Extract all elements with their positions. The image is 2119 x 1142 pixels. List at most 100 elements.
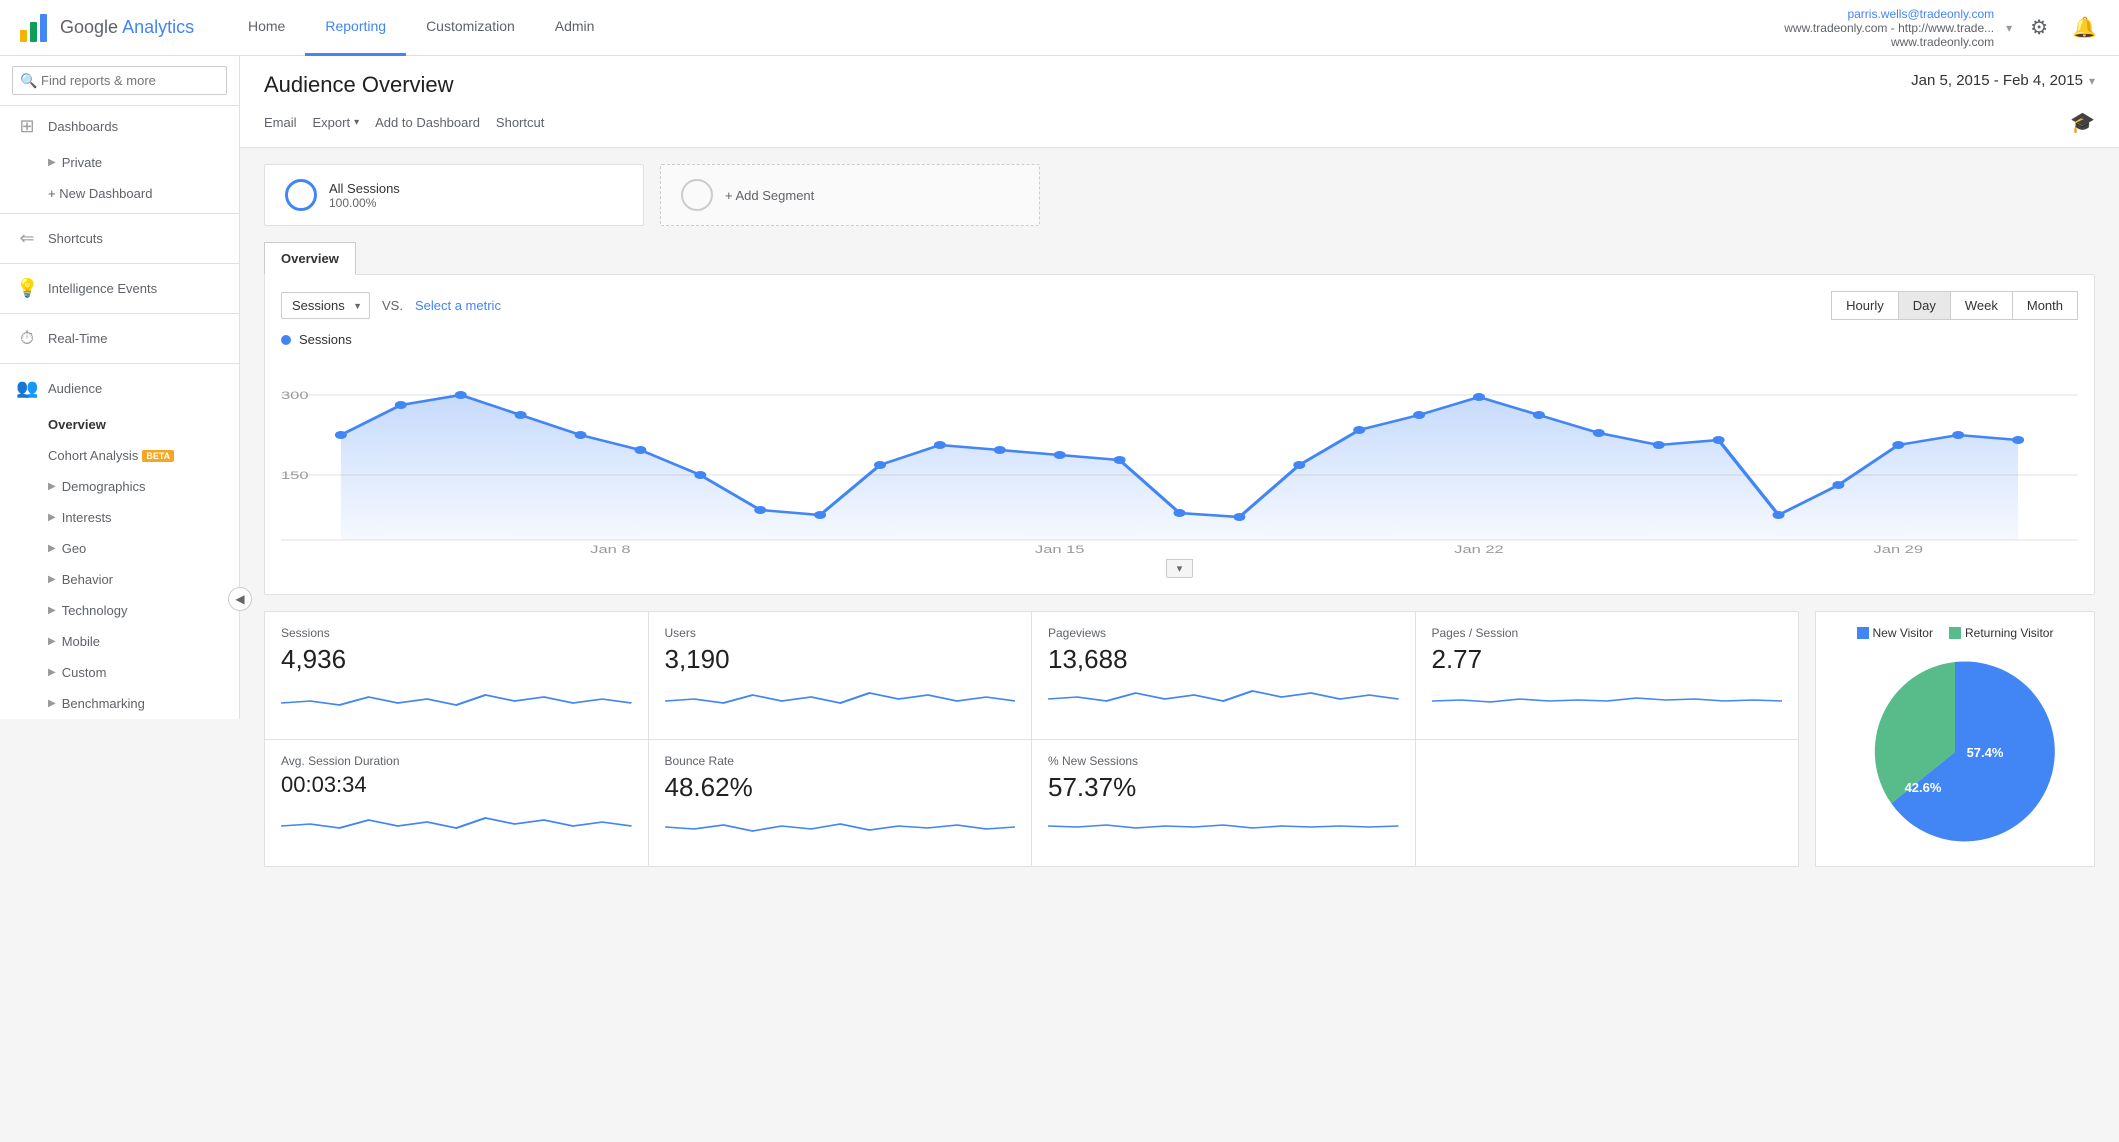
sidebar-item-dashboards[interactable]: ⊞ Dashboards bbox=[0, 106, 239, 147]
svg-text:Jan 29: Jan 29 bbox=[1874, 543, 1924, 555]
search-wrap: 🔍 bbox=[12, 66, 227, 95]
account-info[interactable]: parris.wells@tradeonly.com www.tradeonly… bbox=[1784, 7, 1994, 49]
sidebar-item-cohort[interactable]: Cohort Analysis BETA bbox=[0, 440, 239, 471]
chart-expand-btn[interactable]: ▾ bbox=[1166, 559, 1194, 578]
sidebar-item-interests[interactable]: ▶ Interests bbox=[48, 502, 239, 533]
sparkline-pageviews bbox=[1048, 683, 1399, 715]
school-icon[interactable]: 🎓 bbox=[2070, 110, 2095, 135]
sidebar-item-custom[interactable]: ▶ Custom bbox=[48, 657, 239, 688]
content-header: Audience Overview Jan 5, 2015 - Feb 4, 2… bbox=[240, 56, 2119, 148]
notifications-icon[interactable]: 🔔 bbox=[2066, 9, 2103, 46]
segment-all-sessions[interactable]: All Sessions 100.00% bbox=[264, 164, 644, 226]
overview-tab[interactable]: Overview bbox=[264, 242, 356, 275]
sidebar-divider-2 bbox=[0, 263, 239, 264]
metric-label-new-sessions: % New Sessions bbox=[1048, 754, 1399, 768]
overview-tab-row: Overview bbox=[240, 242, 2119, 274]
metric-card-sessions: Sessions 4,936 bbox=[265, 612, 648, 739]
time-buttons: Hourly Day Week Month bbox=[1832, 291, 2078, 320]
email-button[interactable]: Email bbox=[264, 115, 297, 130]
metric-select[interactable]: Sessions bbox=[281, 292, 370, 319]
top-navigation: Google Analytics Home Reporting Customiz… bbox=[0, 0, 2119, 56]
sidebar-item-private[interactable]: ▶ Private bbox=[48, 147, 239, 178]
sidebar-item-technology[interactable]: ▶ Technology bbox=[48, 595, 239, 626]
metric-card-bounce-rate: Bounce Rate 48.62% bbox=[649, 740, 1032, 867]
sidebar-item-audience-overview[interactable]: Overview bbox=[0, 409, 239, 440]
time-btn-hourly[interactable]: Hourly bbox=[1831, 291, 1899, 320]
sessions-legend-label: Sessions bbox=[299, 332, 352, 347]
sidebar-sub-dashboards: ▶ Private + New Dashboard bbox=[0, 147, 239, 209]
metric-card-new-sessions: % New Sessions 57.37% bbox=[1032, 740, 1415, 867]
sidebar-item-intelligence[interactable]: 💡 Intelligence Events bbox=[0, 268, 239, 309]
logo-area: Google Analytics bbox=[16, 10, 196, 46]
sidebar-item-realtime[interactable]: ⏱ Real-Time bbox=[0, 318, 239, 359]
sidebar: 🔍 ⊞ Dashboards ▶ Private + New Dashboard bbox=[0, 56, 240, 719]
nav-customization[interactable]: Customization bbox=[406, 0, 535, 56]
behavior-arrow: ▶ bbox=[48, 574, 56, 585]
settings-icon[interactable]: ⚙ bbox=[2024, 9, 2054, 46]
sidebar-wrap: 🔍 ⊞ Dashboards ▶ Private + New Dashboard bbox=[0, 56, 240, 1142]
account-dropdown-arrow[interactable]: ▾ bbox=[2006, 21, 2012, 35]
segment-add[interactable]: + Add Segment bbox=[660, 164, 1040, 226]
new-visitor-color bbox=[1857, 627, 1869, 639]
metric-label-users: Users bbox=[665, 626, 1016, 640]
segment-pct-all: 100.00% bbox=[329, 196, 400, 210]
sidebar-item-geo[interactable]: ▶ Geo bbox=[48, 533, 239, 564]
shortcuts-icon: ⇐ bbox=[16, 228, 38, 249]
sidebar-item-benchmarking[interactable]: ▶ Benchmarking bbox=[48, 688, 239, 719]
nav-links: Home Reporting Customization Admin bbox=[228, 0, 1784, 56]
sidebar-item-shortcuts[interactable]: ⇐ Shortcuts bbox=[0, 218, 239, 259]
interests-label: Interests bbox=[62, 510, 112, 525]
new-dashboard-label: + New Dashboard bbox=[48, 186, 152, 201]
audience-label: Audience bbox=[48, 381, 102, 396]
search-input[interactable] bbox=[12, 66, 227, 95]
select-metric-link[interactable]: Select a metric bbox=[415, 298, 501, 313]
shortcut-button[interactable]: Shortcut bbox=[496, 115, 544, 130]
sidebar-item-behavior[interactable]: ▶ Behavior bbox=[48, 564, 239, 595]
intelligence-label: Intelligence Events bbox=[48, 281, 157, 296]
vs-text: VS. bbox=[382, 298, 403, 313]
time-btn-month[interactable]: Month bbox=[2012, 291, 2078, 320]
returning-visitor-label: Returning Visitor bbox=[1965, 626, 2054, 640]
sparkline-sessions bbox=[281, 683, 632, 715]
nav-reporting[interactable]: Reporting bbox=[305, 0, 406, 56]
sidebar-collapse-button[interactable]: ◀ bbox=[228, 587, 252, 611]
sidebar-item-audience[interactable]: 👥 Audience bbox=[0, 368, 239, 409]
metric-value-pageviews: 13,688 bbox=[1048, 644, 1399, 675]
metric-value-new-sessions: 57.37% bbox=[1048, 772, 1399, 803]
benchmarking-arrow: ▶ bbox=[48, 698, 56, 709]
chart-svg-container: 300 150 bbox=[281, 355, 2078, 555]
technology-label: Technology bbox=[62, 603, 128, 618]
sidebar-divider-1 bbox=[0, 213, 239, 214]
nav-admin[interactable]: Admin bbox=[535, 0, 615, 56]
behavior-label: Behavior bbox=[62, 572, 113, 587]
export-label: Export bbox=[313, 115, 351, 130]
account-url1: www.tradeonly.com - http://www.trade... bbox=[1784, 21, 1994, 35]
nav-home[interactable]: Home bbox=[228, 0, 305, 56]
segment-circle-empty bbox=[681, 179, 713, 211]
sparkline-pages-session bbox=[1432, 683, 1783, 715]
sidebar-search-section: 🔍 bbox=[0, 56, 239, 106]
svg-text:Jan 22: Jan 22 bbox=[1454, 543, 1504, 555]
export-button[interactable]: Export ▾ bbox=[313, 115, 360, 130]
google-analytics-logo bbox=[16, 10, 52, 46]
time-btn-day[interactable]: Day bbox=[1898, 291, 1951, 320]
sidebar-item-mobile[interactable]: ▶ Mobile bbox=[48, 626, 239, 657]
time-btn-week[interactable]: Week bbox=[1950, 291, 2013, 320]
metric-value-sessions: 4,936 bbox=[281, 644, 632, 675]
pie-chart-svg: 57.4% 42.6% bbox=[1855, 652, 2055, 852]
geo-label: Geo bbox=[62, 541, 87, 556]
date-range-picker[interactable]: Jan 5, 2015 - Feb 4, 2015 ▾ bbox=[1911, 72, 2095, 89]
sidebar-item-demographics[interactable]: ▶ Demographics bbox=[48, 471, 239, 502]
svg-text:57.4%: 57.4% bbox=[1967, 745, 2004, 760]
search-icon: 🔍 bbox=[20, 72, 37, 89]
pie-legend-returning-visitor: Returning Visitor bbox=[1949, 626, 2054, 640]
segment-info-all: All Sessions 100.00% bbox=[329, 181, 400, 210]
metric-select-wrap: Sessions bbox=[281, 292, 370, 319]
account-email: parris.wells@tradeonly.com bbox=[1784, 7, 1994, 21]
add-dashboard-button[interactable]: Add to Dashboard bbox=[375, 115, 480, 130]
sidebar-divider-4 bbox=[0, 363, 239, 364]
sidebar-section-dashboards: ⊞ Dashboards ▶ Private + New Dashboard bbox=[0, 106, 239, 209]
metric-card-pages-session: Pages / Session 2.77 bbox=[1416, 612, 1799, 739]
pie-legend: New Visitor Returning Visitor bbox=[1857, 626, 2054, 640]
sidebar-item-new-dashboard[interactable]: + New Dashboard bbox=[48, 178, 239, 209]
